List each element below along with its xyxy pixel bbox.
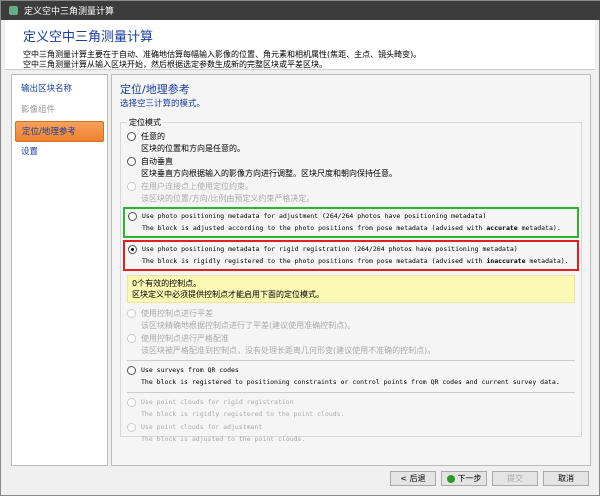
radio-qr-surveys[interactable]: Use surveys from QR codes: [127, 364, 575, 376]
sidebar: 输出区块名称 影像组件 定位/地理参考 设置: [11, 74, 108, 466]
submit-button: 提交: [492, 471, 538, 486]
back-button[interactable]: < 后退: [390, 471, 436, 486]
radio-auto-vertical[interactable]: 自动垂直: [127, 155, 575, 167]
option-label: Use photo positioning metadata for adjus…: [142, 212, 486, 220]
option-desc: 该区块的位置/方向/比例由预定义约束严格决定。: [127, 192, 575, 205]
radio-arbitrary[interactable]: 任意的: [127, 130, 575, 142]
option-label: 任意的: [141, 131, 165, 142]
group-label: 定位模式: [127, 117, 163, 128]
section-subtitle: 选择空三计算的模式。: [120, 97, 582, 109]
radio-metadata-rigid[interactable]: Use photo positioning metadata for rigid…: [128, 243, 574, 255]
option-label: 在用户连接点上使用定位约束。: [141, 181, 253, 192]
next-arrow-icon: [447, 475, 455, 483]
option-label: 自动垂直: [141, 156, 173, 167]
option-desc: 该区块被严格配准到控制点，没有处理长距离几何形变(建议使用不准确的控制点)。: [127, 344, 575, 357]
desc-text: The block is rigidly registered to the p…: [142, 257, 486, 265]
header-desc-1: 空中三角测量计算主要在于自动、准确地估算每幅输入影像的位置、角元素和相机属性(焦…: [23, 50, 595, 60]
desc-bold: inaccurate: [486, 257, 525, 265]
header: 定义空中三角测量计算 空中三角测量计算主要在于自动、准确地估算每幅输入影像的位置…: [5, 20, 595, 70]
notice-box: 0个有效的控制点。区块定义中必须提供控制点才能启用下面的定位模式。: [127, 275, 575, 303]
section-title: 定位/地理参考: [120, 81, 582, 97]
radio-icon[interactable]: [127, 366, 136, 375]
main-panel: 定位/地理参考 选择空三计算的模式。 定位模式 任意的 区块的位置和方向是任意的…: [111, 74, 591, 466]
radio-icon[interactable]: [128, 212, 137, 221]
radio-gcp-adjustment: 使用控制点进行平差: [127, 307, 575, 319]
title-bar: 定义空中三角测量计算: [1, 1, 600, 20]
option-label: 使用控制点进行平差: [141, 308, 213, 319]
option-desc: The block is registered to positioning c…: [127, 376, 575, 389]
option-desc: The block is adjusted to the point cloud…: [127, 433, 575, 446]
option-desc: The block is adjusted according to the p…: [128, 222, 574, 235]
radio-icon: [127, 309, 136, 318]
sidebar-item-photo-group: 影像组件: [15, 100, 104, 121]
radio-icon: [127, 334, 136, 343]
header-desc-2: 空中三角测量计算从输入区块开始，然后根据选定参数生成新的完整区块或平差区块。: [23, 60, 595, 70]
next-button[interactable]: 下一步: [441, 471, 487, 486]
highlight-green: Use photo positioning metadata for adjus…: [123, 207, 579, 238]
divider: [127, 392, 575, 393]
sidebar-item-positioning[interactable]: 定位/地理参考: [15, 121, 104, 142]
highlight-red: Use photo positioning metadata for rigid…: [123, 240, 579, 271]
option-desc: The block is rigidly registered to the p…: [127, 408, 575, 421]
notice-line: 0个有效的控制点。: [132, 278, 570, 289]
desc-bold: accurate: [486, 224, 517, 232]
page-title: 定义空中三角测量计算: [23, 26, 595, 45]
app-icon: [9, 6, 18, 15]
option-label: Use point clouds for adjustment: [141, 423, 262, 431]
cancel-button[interactable]: 取消: [543, 471, 589, 486]
radio-icon[interactable]: [127, 157, 136, 166]
option-desc: 该区块精确地根据控制点进行了平差(建议使用准确控制点)。: [127, 319, 575, 332]
sidebar-item-settings[interactable]: 设置: [15, 142, 104, 163]
notice-line: 区块定义中必须提供控制点才能启用下面的定位模式。: [132, 289, 570, 300]
positioning-mode-group: 定位模式 任意的 区块的位置和方向是任意的。 自动垂直 区块垂直方向根据输入的影…: [120, 117, 582, 437]
window-title: 定义空中三角测量计算: [24, 4, 114, 17]
desc-text: metadata).: [518, 224, 561, 232]
sidebar-item-output-name[interactable]: 输出区块名称: [15, 79, 104, 100]
option-label: Use surveys from QR codes: [141, 366, 239, 374]
desc-text: metadata).: [526, 257, 569, 265]
desc-text: The block is adjusted according to the p…: [142, 224, 486, 232]
option-desc: 区块的位置和方向是任意的。: [127, 142, 575, 155]
next-label: 下一步: [458, 473, 482, 484]
option-label: Use point clouds for rigid registration: [141, 398, 294, 406]
option-label: Use photo positioning metadata for rigid…: [142, 245, 518, 253]
option-label: 使用控制点进行严格配准: [141, 333, 229, 344]
radio-gcp-rigid: 使用控制点进行严格配准: [127, 332, 575, 344]
option-desc: The block is rigidly registered to the p…: [128, 255, 574, 268]
radio-icon: [127, 182, 136, 191]
radio-icon: [127, 423, 136, 432]
divider: [127, 360, 575, 361]
radio-tie-point-constraints: 在用户连接点上使用定位约束。: [127, 180, 575, 192]
radio-pointcloud-rigid: Use point clouds for rigid registration: [127, 396, 575, 408]
radio-icon: [127, 398, 136, 407]
radio-icon[interactable]: [127, 132, 136, 141]
radio-metadata-adjustment[interactable]: Use photo positioning metadata for adjus…: [128, 210, 574, 222]
radio-icon-selected[interactable]: [128, 245, 137, 254]
footer-buttons: < 后退 下一步 提交 取消: [390, 471, 589, 486]
option-desc: 区块垂直方向根据输入的影像方向进行调整。区块尺度和朝向保持任意。: [127, 167, 575, 180]
radio-pointcloud-adjustment: Use point clouds for adjustment: [127, 421, 575, 433]
